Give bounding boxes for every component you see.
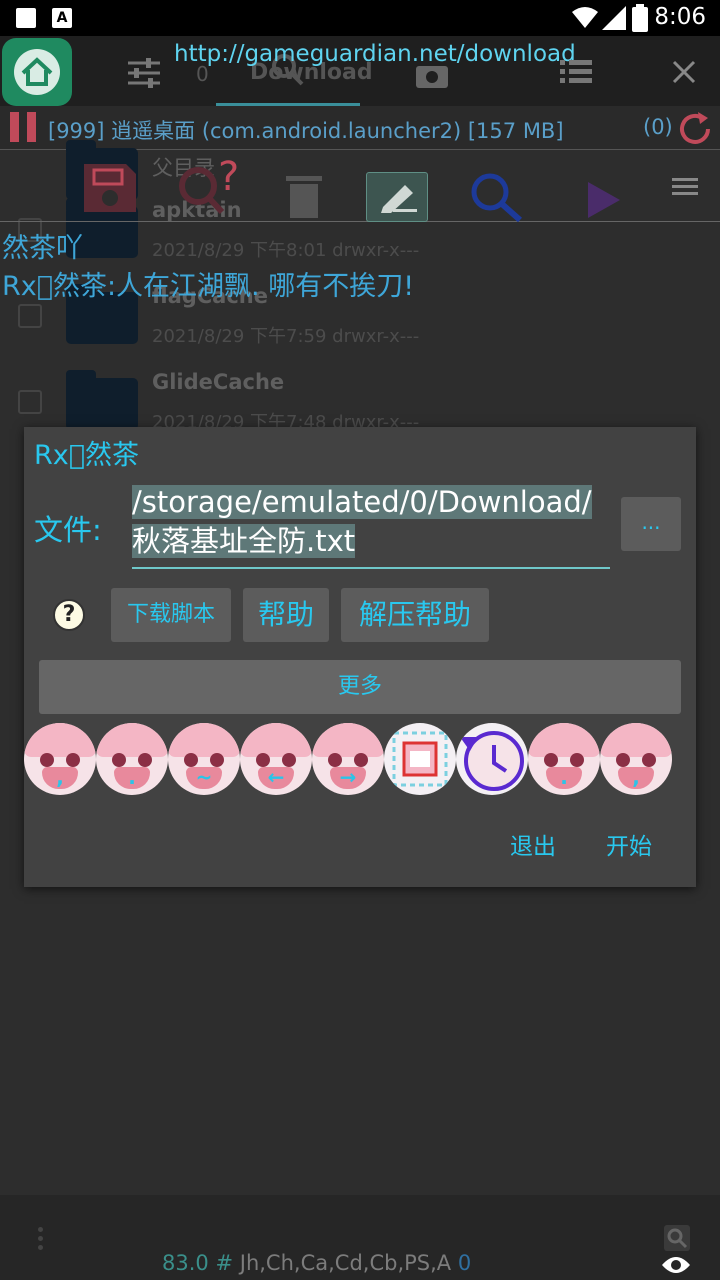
file-name: GlideCache bbox=[152, 370, 285, 394]
status-time: 8:06 bbox=[654, 4, 706, 30]
file-path-input[interactable]: /storage/emulated/0/Download/ 秋落基址全防.txt bbox=[132, 483, 610, 569]
avatar-button[interactable]: , bbox=[600, 723, 672, 795]
home-icon bbox=[14, 49, 60, 95]
status-bar: A 8:06 bbox=[0, 0, 720, 36]
hash-mark: # bbox=[215, 1251, 234, 1275]
zoom-icon[interactable] bbox=[664, 1225, 690, 1251]
search-icon[interactable] bbox=[470, 172, 524, 222]
memory-regions: Jh,Ch,Ca,Cd,Cb,PS,A bbox=[239, 1251, 452, 1275]
file-meta: 2021/8/29 下午8:01 drwxr-x--- bbox=[152, 240, 420, 261]
file-path-line2: 秋落基址全防.txt bbox=[132, 524, 356, 558]
browse-button[interactable]: ... bbox=[621, 497, 681, 551]
avatar-mark: , bbox=[618, 767, 654, 789]
delete-icon[interactable] bbox=[286, 176, 322, 218]
download-url: http://gameguardian.net/download bbox=[174, 41, 576, 67]
search-value: 83.0 bbox=[162, 1251, 209, 1275]
avatar-button[interactable]: , bbox=[24, 723, 96, 795]
bottom-bar: 83.0 # Jh,Ch,Ca,Cd,Cb,PS,A 0 bbox=[0, 1195, 720, 1280]
result-count: 0 bbox=[457, 1251, 472, 1275]
eye-icon[interactable] bbox=[660, 1255, 692, 1275]
exit-button[interactable]: 退出 bbox=[510, 827, 556, 861]
home-button[interactable] bbox=[2, 38, 72, 106]
menu-icon[interactable] bbox=[672, 178, 700, 198]
signal-icon bbox=[602, 6, 626, 30]
edit-icon bbox=[381, 185, 417, 213]
avatar-mark: → bbox=[330, 767, 366, 789]
script-motto: Rx 然茶:人在江湖飘. 哪有不挨刀! bbox=[2, 271, 415, 302]
avatar-mark: ← bbox=[258, 767, 294, 789]
avatar-button[interactable]: ~ bbox=[168, 723, 240, 795]
file-meta: 2021/8/29 下午7:59 drwxr-x--- bbox=[152, 326, 420, 347]
settings-sliders-icon[interactable] bbox=[128, 58, 160, 88]
top-toolbar: 0 Download http://gameguardian.net/downl… bbox=[0, 36, 720, 106]
battery-icon bbox=[632, 4, 648, 32]
font-notification-icon: A bbox=[52, 8, 72, 28]
start-button[interactable]: 开始 bbox=[606, 827, 652, 861]
wifi-icon bbox=[572, 7, 598, 28]
action-toolbar: ? bbox=[0, 152, 720, 222]
save-icon[interactable] bbox=[80, 160, 140, 216]
avatar-mark: ~ bbox=[186, 767, 222, 789]
gallery-notification-icon bbox=[16, 8, 36, 28]
file-checkbox[interactable] bbox=[18, 390, 42, 414]
download-script-button[interactable]: 下载脚本 bbox=[111, 588, 231, 642]
script-dialog: Rx 然茶 文件: /storage/emulated/0/Download/ … bbox=[24, 427, 696, 887]
file-checkbox[interactable] bbox=[18, 304, 42, 328]
svg-text:?: ? bbox=[218, 160, 239, 200]
avatar-button[interactable]: ← bbox=[240, 723, 312, 795]
avatar-button[interactable] bbox=[384, 723, 456, 795]
unzip-help-button[interactable]: 解压帮助 bbox=[341, 588, 489, 642]
edit-button[interactable] bbox=[366, 172, 428, 222]
avatar-mark: . bbox=[546, 767, 582, 789]
help-button[interactable]: 帮助 bbox=[243, 588, 329, 642]
avatar-button[interactable]: → bbox=[312, 723, 384, 795]
avatar-mark: . bbox=[114, 767, 150, 789]
frame-icon bbox=[392, 731, 448, 787]
script-author: 然茶吖 bbox=[2, 233, 83, 264]
more-button[interactable]: 更多 bbox=[39, 660, 681, 714]
list-icon[interactable] bbox=[560, 58, 592, 86]
more-vert-icon[interactable] bbox=[38, 1227, 44, 1251]
file-path-line1: /storage/emulated/0/Download/ bbox=[132, 485, 592, 519]
avatar-mark: , bbox=[42, 767, 78, 789]
file-label: 文件: bbox=[34, 513, 102, 547]
avatar-button[interactable]: . bbox=[96, 723, 168, 795]
avatar-button[interactable]: . bbox=[528, 723, 600, 795]
search-help-icon[interactable]: ? bbox=[176, 160, 246, 220]
dialog-title: Rx 然茶 bbox=[34, 440, 139, 471]
avatar-button[interactable] bbox=[456, 723, 528, 795]
folder-icon bbox=[66, 370, 138, 430]
help-circle-icon[interactable]: ? bbox=[53, 599, 85, 631]
play-icon[interactable] bbox=[586, 180, 622, 220]
close-icon[interactable] bbox=[672, 60, 696, 84]
history-clock-icon bbox=[460, 731, 524, 791]
search-summary: 83.0 # Jh,Ch,Ca,Cd,Cb,PS,A 0 bbox=[162, 1251, 471, 1275]
